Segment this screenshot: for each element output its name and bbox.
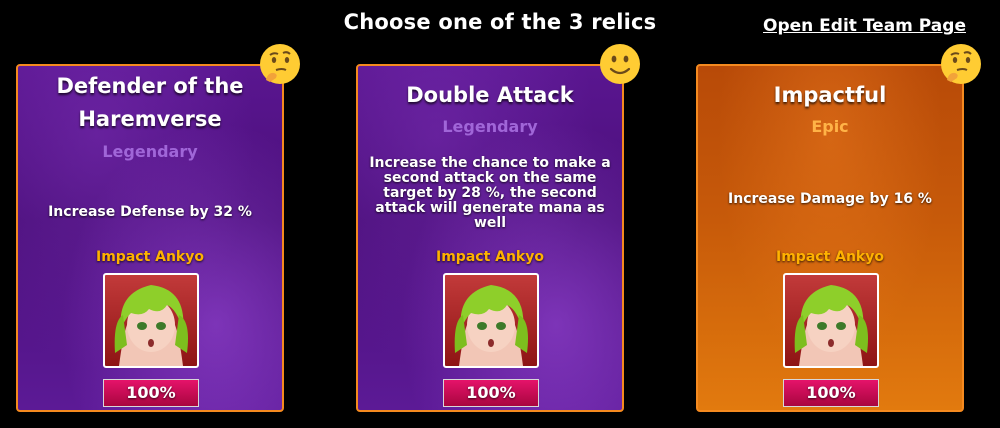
relic-title: Defender of the Haremverse (26, 70, 274, 136)
hero-progress-bar: 100% (103, 379, 199, 407)
hero-name: Impact Ankyo (436, 249, 544, 265)
relic-title-line1: Double Attack (406, 83, 574, 107)
thinking-face-icon (939, 42, 983, 86)
relic-card-double-attack[interactable]: Double Attack Legendary Increase the cha… (356, 64, 624, 412)
relic-title-line1: Impactful (773, 83, 887, 107)
smiling-face-icon (598, 42, 642, 86)
relic-card-defender[interactable]: Defender of the Haremverse Legendary Inc… (16, 64, 284, 412)
hero-portrait (443, 273, 539, 368)
relic-title: Double Attack (366, 79, 614, 112)
hero-portrait (103, 273, 199, 368)
relic-card-impactful[interactable]: Impactful Epic Increase Damage by 16 % I… (696, 64, 964, 412)
relic-description: Increase Damage by 16 % (728, 191, 932, 207)
thinking-face-icon (258, 42, 302, 86)
hero-progress-bar: 100% (783, 379, 879, 407)
hero-name: Impact Ankyo (776, 249, 884, 265)
hero-progress-bar: 100% (443, 379, 539, 407)
relic-title-line2: Haremverse (78, 107, 222, 131)
relic-title: Impactful (706, 79, 954, 112)
relic-title-line1: Defender of the (56, 74, 244, 98)
relic-description: Increase Defense by 32 % (48, 204, 252, 220)
relic-description: Increase the chance to make a second att… (369, 155, 611, 231)
relic-rarity: Epic (811, 117, 849, 136)
hero-name: Impact Ankyo (96, 249, 204, 265)
relic-rarity: Legendary (442, 117, 538, 136)
relic-rarity: Legendary (102, 142, 198, 161)
open-edit-team-link[interactable]: Open Edit Team Page (762, 16, 967, 36)
hero-portrait (783, 273, 879, 368)
